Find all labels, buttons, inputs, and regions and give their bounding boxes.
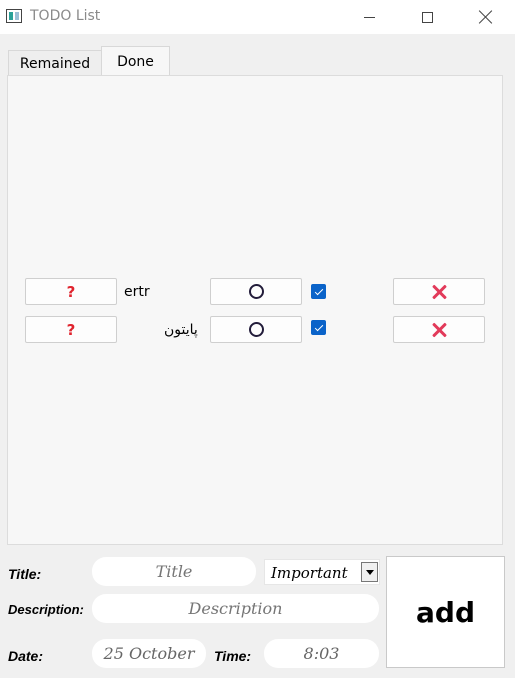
app-icon	[6, 9, 22, 23]
window-title: TODO List	[30, 8, 101, 24]
tab-done[interactable]: Done	[101, 46, 170, 77]
minimize-icon	[363, 16, 375, 18]
dropdown-arrow[interactable]	[361, 562, 378, 582]
close-x-icon	[431, 284, 447, 300]
maximize-icon	[421, 11, 433, 23]
title-label: Title:	[8, 566, 42, 582]
close-window-button[interactable]	[457, 0, 515, 34]
task-delete-button[interactable]	[393, 278, 485, 305]
time-field[interactable]: 8:03	[264, 639, 379, 668]
task-details-button[interactable]: ?	[25, 278, 117, 305]
circle-icon	[248, 284, 264, 299]
question-mark-icon: ?	[66, 320, 76, 339]
circle-icon	[248, 322, 264, 337]
task-status-button[interactable]	[210, 278, 302, 305]
task-title: پایتون	[164, 322, 198, 338]
time-label: Time:	[214, 648, 252, 664]
title-input[interactable]	[92, 557, 256, 586]
priority-select[interactable]: Important	[264, 559, 380, 585]
maximize-button[interactable]	[398, 0, 456, 34]
title-bar: TODO List	[0, 0, 515, 34]
tasks-panel	[7, 75, 503, 545]
close-icon	[479, 10, 493, 24]
task-done-checkbox[interactable]	[311, 284, 326, 299]
checkmark-icon	[314, 322, 323, 331]
task-title: ertr	[124, 284, 150, 300]
date-field[interactable]: 25 October	[92, 639, 206, 668]
add-button[interactable]: add	[386, 556, 505, 668]
task-done-checkbox[interactable]	[311, 320, 326, 335]
description-label: Description:	[8, 602, 84, 617]
priority-value: Important	[271, 564, 348, 582]
question-mark-icon: ?	[66, 282, 76, 301]
chevron-down-icon	[365, 569, 374, 575]
close-x-icon	[431, 322, 447, 338]
task-details-button[interactable]: ?	[25, 316, 117, 343]
checkmark-icon	[314, 286, 323, 295]
minimize-button[interactable]	[340, 0, 398, 34]
description-input[interactable]	[92, 594, 379, 623]
date-label: Date:	[8, 648, 44, 664]
task-status-button[interactable]	[210, 316, 302, 343]
tab-remained[interactable]: Remained	[8, 50, 102, 76]
task-delete-button[interactable]	[393, 316, 485, 343]
